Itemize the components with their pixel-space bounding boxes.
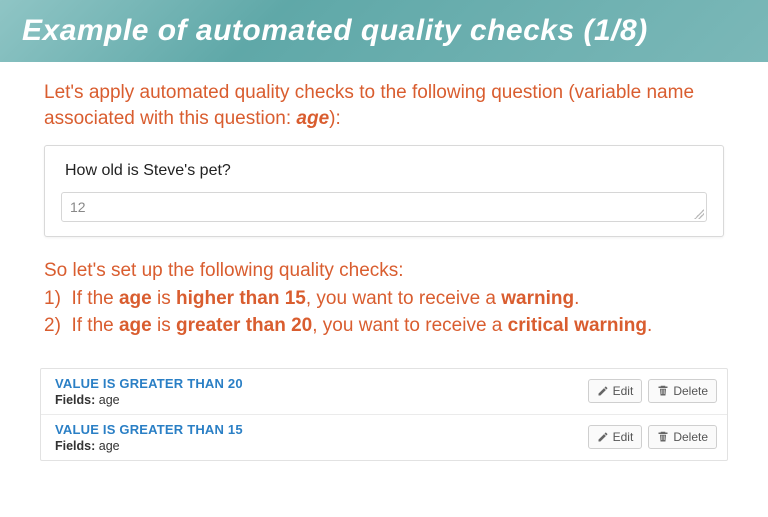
rule2-pre: 2) If the: [44, 315, 119, 336]
check-fields: Fields: age: [55, 393, 243, 407]
rule2-cond: greater than 20: [176, 315, 312, 336]
fields-value: age: [99, 439, 120, 453]
fields-label: Fields:: [55, 393, 95, 407]
pencil-icon: [597, 431, 609, 443]
intro-line: Let's apply automated quality checks to …: [44, 82, 694, 129]
rules-block: So let's set up the following quality ch…: [44, 257, 724, 340]
checks-list: VALUE IS GREATER THAN 20 Fields: age Edi…: [40, 368, 728, 461]
edit-label: Edit: [613, 384, 634, 398]
rule1-age: age: [119, 288, 152, 309]
delete-button[interactable]: Delete: [648, 425, 717, 449]
delete-label: Delete: [673, 384, 708, 398]
rule1-warn: warning: [501, 288, 574, 309]
answer-textarea[interactable]: 12: [61, 192, 707, 222]
check-row: VALUE IS GREATER THAN 20 Fields: age Edi…: [41, 369, 727, 415]
rule1-end: .: [574, 288, 579, 309]
pencil-icon: [597, 385, 609, 397]
slide-header: Example of automated quality checks (1/8…: [0, 0, 768, 62]
check-title: VALUE IS GREATER THAN 15: [55, 422, 243, 437]
check-title: VALUE IS GREATER THAN 20: [55, 376, 243, 391]
edit-button[interactable]: Edit: [588, 379, 643, 403]
check-row: VALUE IS GREATER THAN 15 Fields: age Edi…: [41, 415, 727, 460]
rule2-age: age: [119, 315, 152, 336]
fields-value: age: [99, 393, 120, 407]
rule2-mid: is: [152, 315, 176, 336]
check-info: VALUE IS GREATER THAN 15 Fields: age: [55, 422, 243, 453]
rule1-mid: is: [152, 288, 176, 309]
rules-lead: So let's set up the following quality ch…: [44, 257, 724, 285]
check-info: VALUE IS GREATER THAN 20 Fields: age: [55, 376, 243, 407]
answer-value: 12: [70, 199, 86, 215]
intro-tail: ):: [329, 108, 341, 129]
rule2-after: , you want to receive a: [312, 315, 507, 336]
rule1-pre: 1) If the: [44, 288, 119, 309]
check-actions: Edit Delete: [588, 425, 717, 449]
rule1-after: , you want to receive a: [306, 288, 501, 309]
delete-label: Delete: [673, 430, 708, 444]
question-text: How old is Steve's pet?: [61, 160, 707, 192]
rule1-cond: higher than 15: [176, 288, 306, 309]
rule-1: 1) If the age is higher than 15, you wan…: [44, 285, 724, 313]
edit-button[interactable]: Edit: [588, 425, 643, 449]
check-fields: Fields: age: [55, 439, 243, 453]
resize-handle-icon[interactable]: [694, 209, 704, 219]
check-actions: Edit Delete: [588, 379, 717, 403]
question-box: How old is Steve's pet? 12: [44, 145, 724, 237]
intro-text: Let's apply automated quality checks to …: [44, 80, 724, 131]
rule2-warn: critical warning: [508, 315, 647, 336]
edit-label: Edit: [613, 430, 634, 444]
rule-2: 2) If the age is greater than 20, you wa…: [44, 312, 724, 340]
trash-icon: [657, 431, 669, 443]
rule2-end: .: [647, 315, 652, 336]
trash-icon: [657, 385, 669, 397]
intro-variable: age: [296, 108, 329, 129]
slide-title: Example of automated quality checks (1/8…: [22, 14, 648, 47]
slide-content: Let's apply automated quality checks to …: [0, 62, 768, 461]
fields-label: Fields:: [55, 439, 95, 453]
delete-button[interactable]: Delete: [648, 379, 717, 403]
